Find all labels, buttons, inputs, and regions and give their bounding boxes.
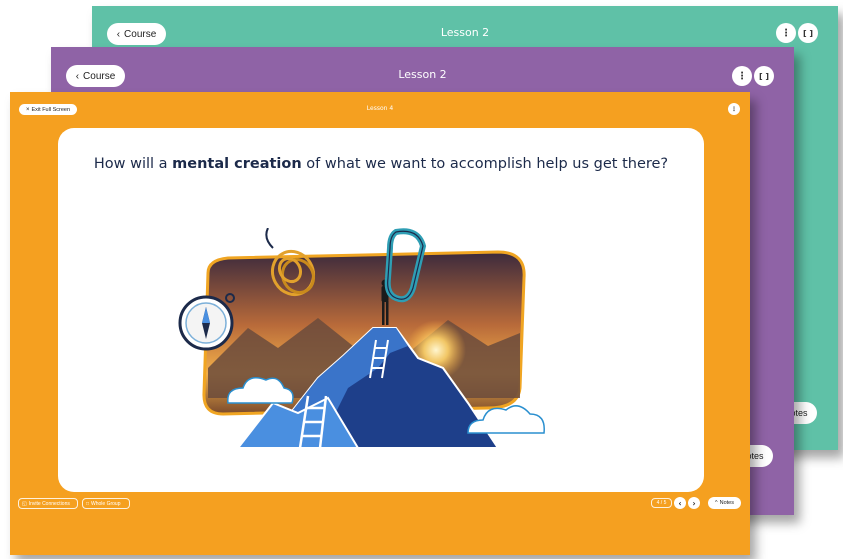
- more-vertical-icon: ⋮: [731, 105, 737, 113]
- whole-group-button[interactable]: □ Whole Group: [82, 498, 130, 509]
- lesson-panel-front: × Exit Full Screen Lesson 4 ⋮ How will a…: [10, 92, 750, 555]
- more-options-button[interactable]: ⋮: [776, 23, 796, 43]
- lesson-title: Lesson 2: [398, 68, 447, 81]
- notes-button[interactable]: ^ Notes: [708, 497, 741, 509]
- next-slide-button[interactable]: ›: [688, 497, 700, 509]
- chevron-up-icon: ^: [715, 500, 718, 506]
- lesson-title: Lesson 2: [440, 26, 490, 39]
- users-icon: ◱: [22, 500, 27, 507]
- question-text-before: How will a: [93, 156, 173, 172]
- more-vertical-icon: ⋮: [737, 70, 747, 82]
- slide-card: How will a mental creation of what we wa…: [58, 128, 704, 492]
- fullscreen-icon: [ ]: [758, 71, 770, 81]
- more-options-button[interactable]: ⋮: [732, 66, 752, 86]
- previous-slide-button[interactable]: ‹: [674, 497, 686, 509]
- more-vertical-icon: ⋮: [781, 27, 791, 39]
- group-icon: □: [86, 500, 90, 507]
- page-indicator-text: 4 / 5: [656, 500, 667, 506]
- notes-label: Notes: [719, 500, 734, 506]
- chevron-left-icon: ‹: [678, 498, 682, 508]
- chevron-right-icon: ›: [692, 498, 696, 508]
- question-text-bold: mental creation: [172, 156, 302, 172]
- fullscreen-button[interactable]: [ ]: [754, 66, 774, 86]
- invite-connections-label: Invite Connections: [28, 500, 70, 507]
- lesson-title: Lesson 4: [366, 105, 394, 112]
- fullscreen-button[interactable]: [ ]: [798, 23, 818, 43]
- fullscreen-icon: [ ]: [802, 28, 814, 38]
- whole-group-label: Whole Group: [91, 500, 121, 507]
- page-indicator: 4 / 5: [651, 498, 672, 508]
- invite-connections-button[interactable]: ◱ Invite Connections: [18, 498, 78, 509]
- question-text-after: of what we want to accomplish help us ge…: [301, 156, 669, 172]
- slide-question: How will a mental creation of what we wa…: [58, 156, 704, 172]
- more-options-button[interactable]: ⋮: [728, 103, 740, 115]
- mountain-illustration: [178, 228, 545, 448]
